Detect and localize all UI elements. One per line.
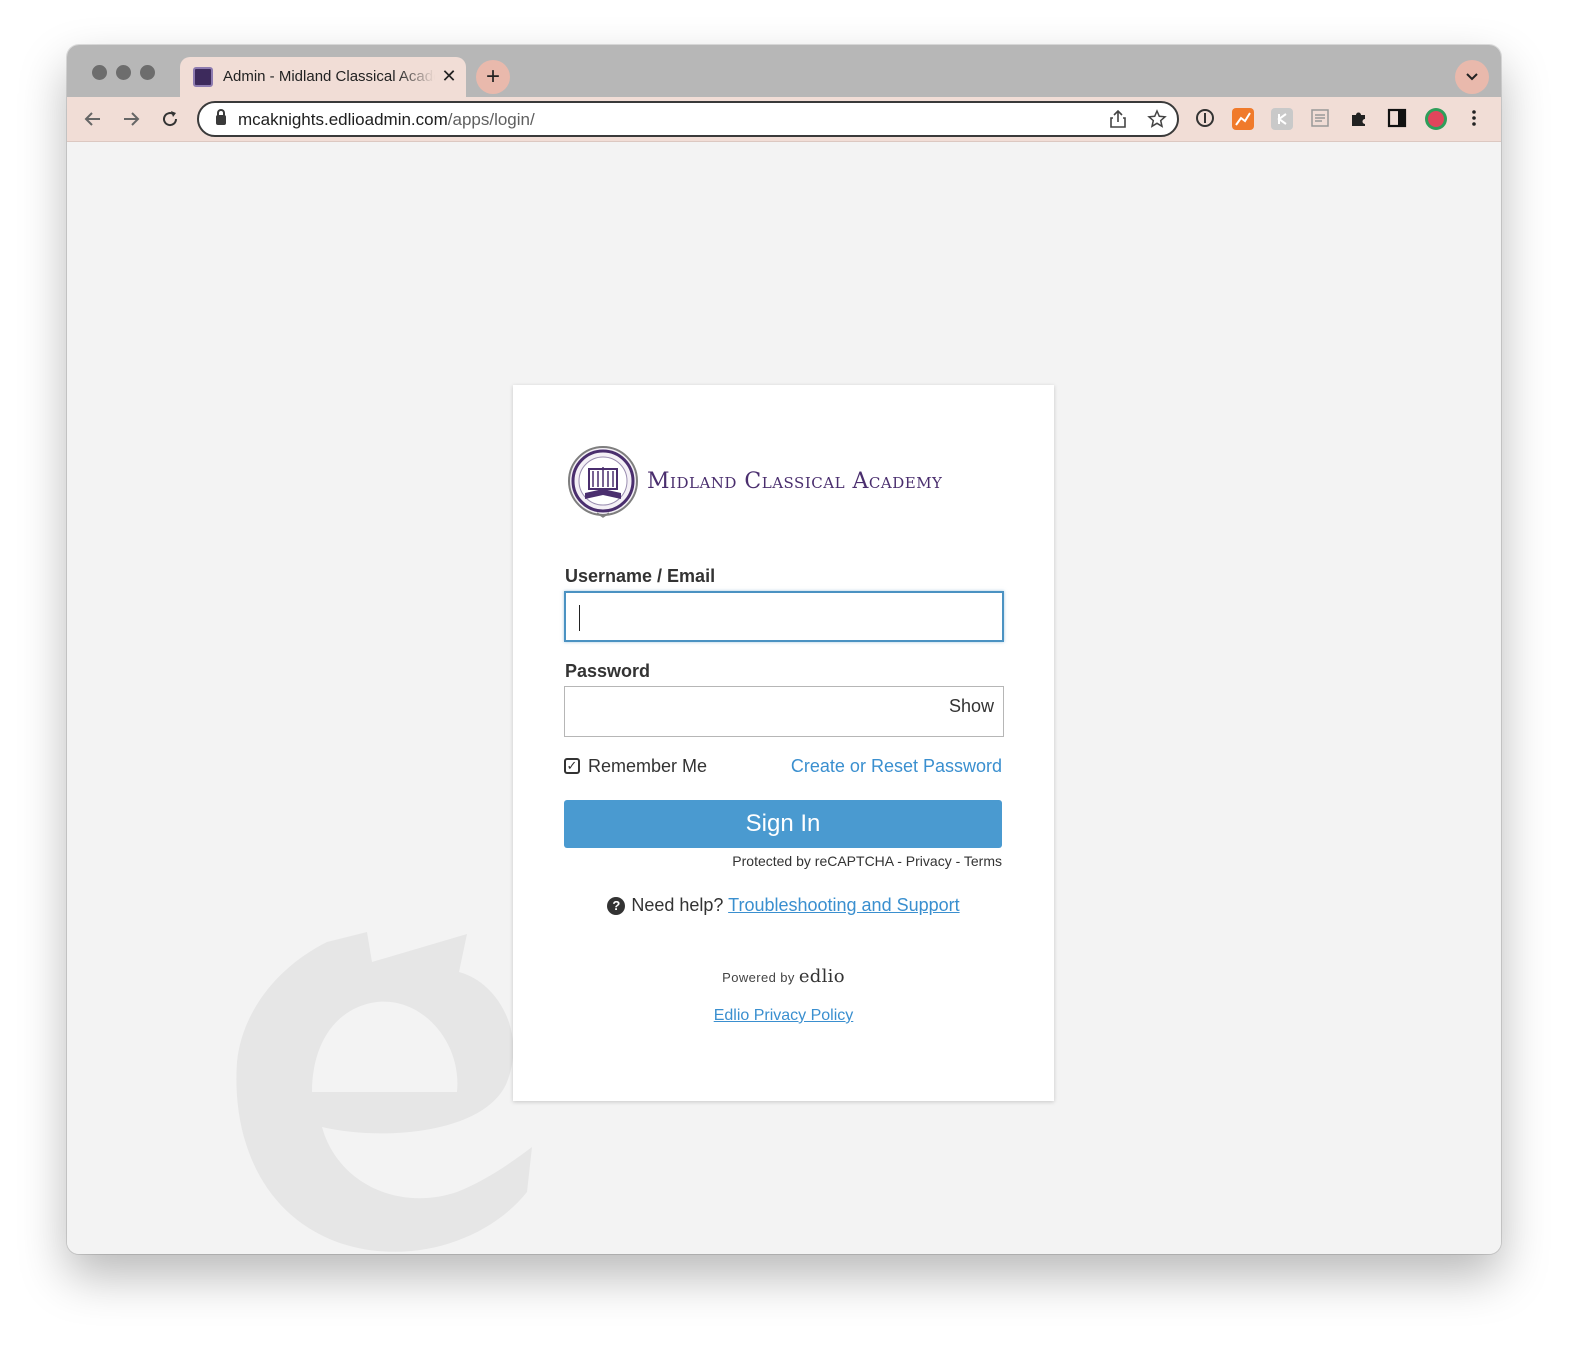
zoom-window-icon[interactable] [140,65,155,80]
reload-button[interactable] [156,105,184,133]
reload-icon [163,111,178,127]
help-prefix: Need help? [631,895,724,915]
recaptcha-notice: Protected by reCAPTCHA - Privacy - Terms [732,853,1002,869]
edlio-watermark-icon [236,932,532,1252]
password-field[interactable] [564,686,1004,737]
password-manager-icon[interactable] [1194,108,1216,130]
forward-button[interactable] [117,105,145,133]
new-tab-button[interactable]: + [476,60,510,94]
powered-by: Powered by edlio [513,966,1054,987]
password-label: Password [565,661,651,681]
sign-in-button[interactable]: Sign In [564,800,1002,848]
powered-by-text: Powered by [722,970,795,985]
browser-toolbar: mcaknights.edlioadmin.com/apps/login/ [67,97,1501,142]
address-bar[interactable]: mcaknights.edlioadmin.com/apps/login/ [197,101,1179,137]
page-content: Midland Classical Academy Username / Ema… [67,142,1501,1254]
reader-extension-icon[interactable] [1309,108,1331,130]
share-icon[interactable] [1107,109,1129,131]
back-arrow-icon [84,112,100,126]
analytics-extension-icon[interactable] [1232,108,1254,130]
show-password-button[interactable]: Show [949,696,994,717]
text-caret [579,605,580,631]
tab-title: Admin - Midland Classical Academy [223,68,435,85]
extension-k-icon[interactable] [1271,108,1293,130]
school-favicon-icon [193,67,213,87]
bookmark-star-icon[interactable] [1146,109,1168,131]
lock-icon [216,109,226,125]
school-seal-icon [568,446,638,518]
remember-me-checkbox[interactable]: ✓ [564,758,580,774]
tab-strip: Admin - Midland Classical Academy ✕ + [67,45,1501,97]
username-label: Username / Email [565,566,716,586]
extensions-puzzle-icon[interactable] [1348,108,1370,130]
reset-password-link[interactable]: Create or Reset Password [791,756,1002,777]
school-name: Midland Classical Academy [647,469,943,494]
profile-avatar[interactable] [1424,108,1447,130]
troubleshooting-link[interactable]: Troubleshooting and Support [728,895,960,915]
browser-window: Admin - Midland Classical Academy ✕ + [67,45,1501,1254]
login-card: Midland Classical Academy Username / Ema… [513,385,1054,1101]
chevron-down-icon [1466,73,1478,81]
close-tab-icon[interactable]: ✕ [439,66,459,86]
edlio-brand: edlio [798,966,845,987]
tab-search-button[interactable] [1455,60,1489,94]
close-window-icon[interactable] [92,65,107,80]
url-text: mcaknights.edlioadmin.com/apps/login/ [238,110,535,129]
minimize-window-icon[interactable] [116,65,131,80]
browser-menu-icon[interactable] [1463,108,1485,130]
remember-me-label[interactable]: Remember Me [588,756,707,777]
username-field[interactable] [564,591,1004,642]
back-button[interactable] [79,105,107,133]
help-question-icon: ? [607,897,626,915]
active-tab[interactable]: Admin - Midland Classical Academy ✕ [180,57,466,97]
help-row: ? Need help? Troubleshooting and Support [513,895,1054,916]
edlio-privacy-link[interactable]: Edlio Privacy Policy [513,1007,1054,1025]
forward-arrow-icon [124,112,140,126]
side-panel-icon[interactable] [1386,108,1408,130]
